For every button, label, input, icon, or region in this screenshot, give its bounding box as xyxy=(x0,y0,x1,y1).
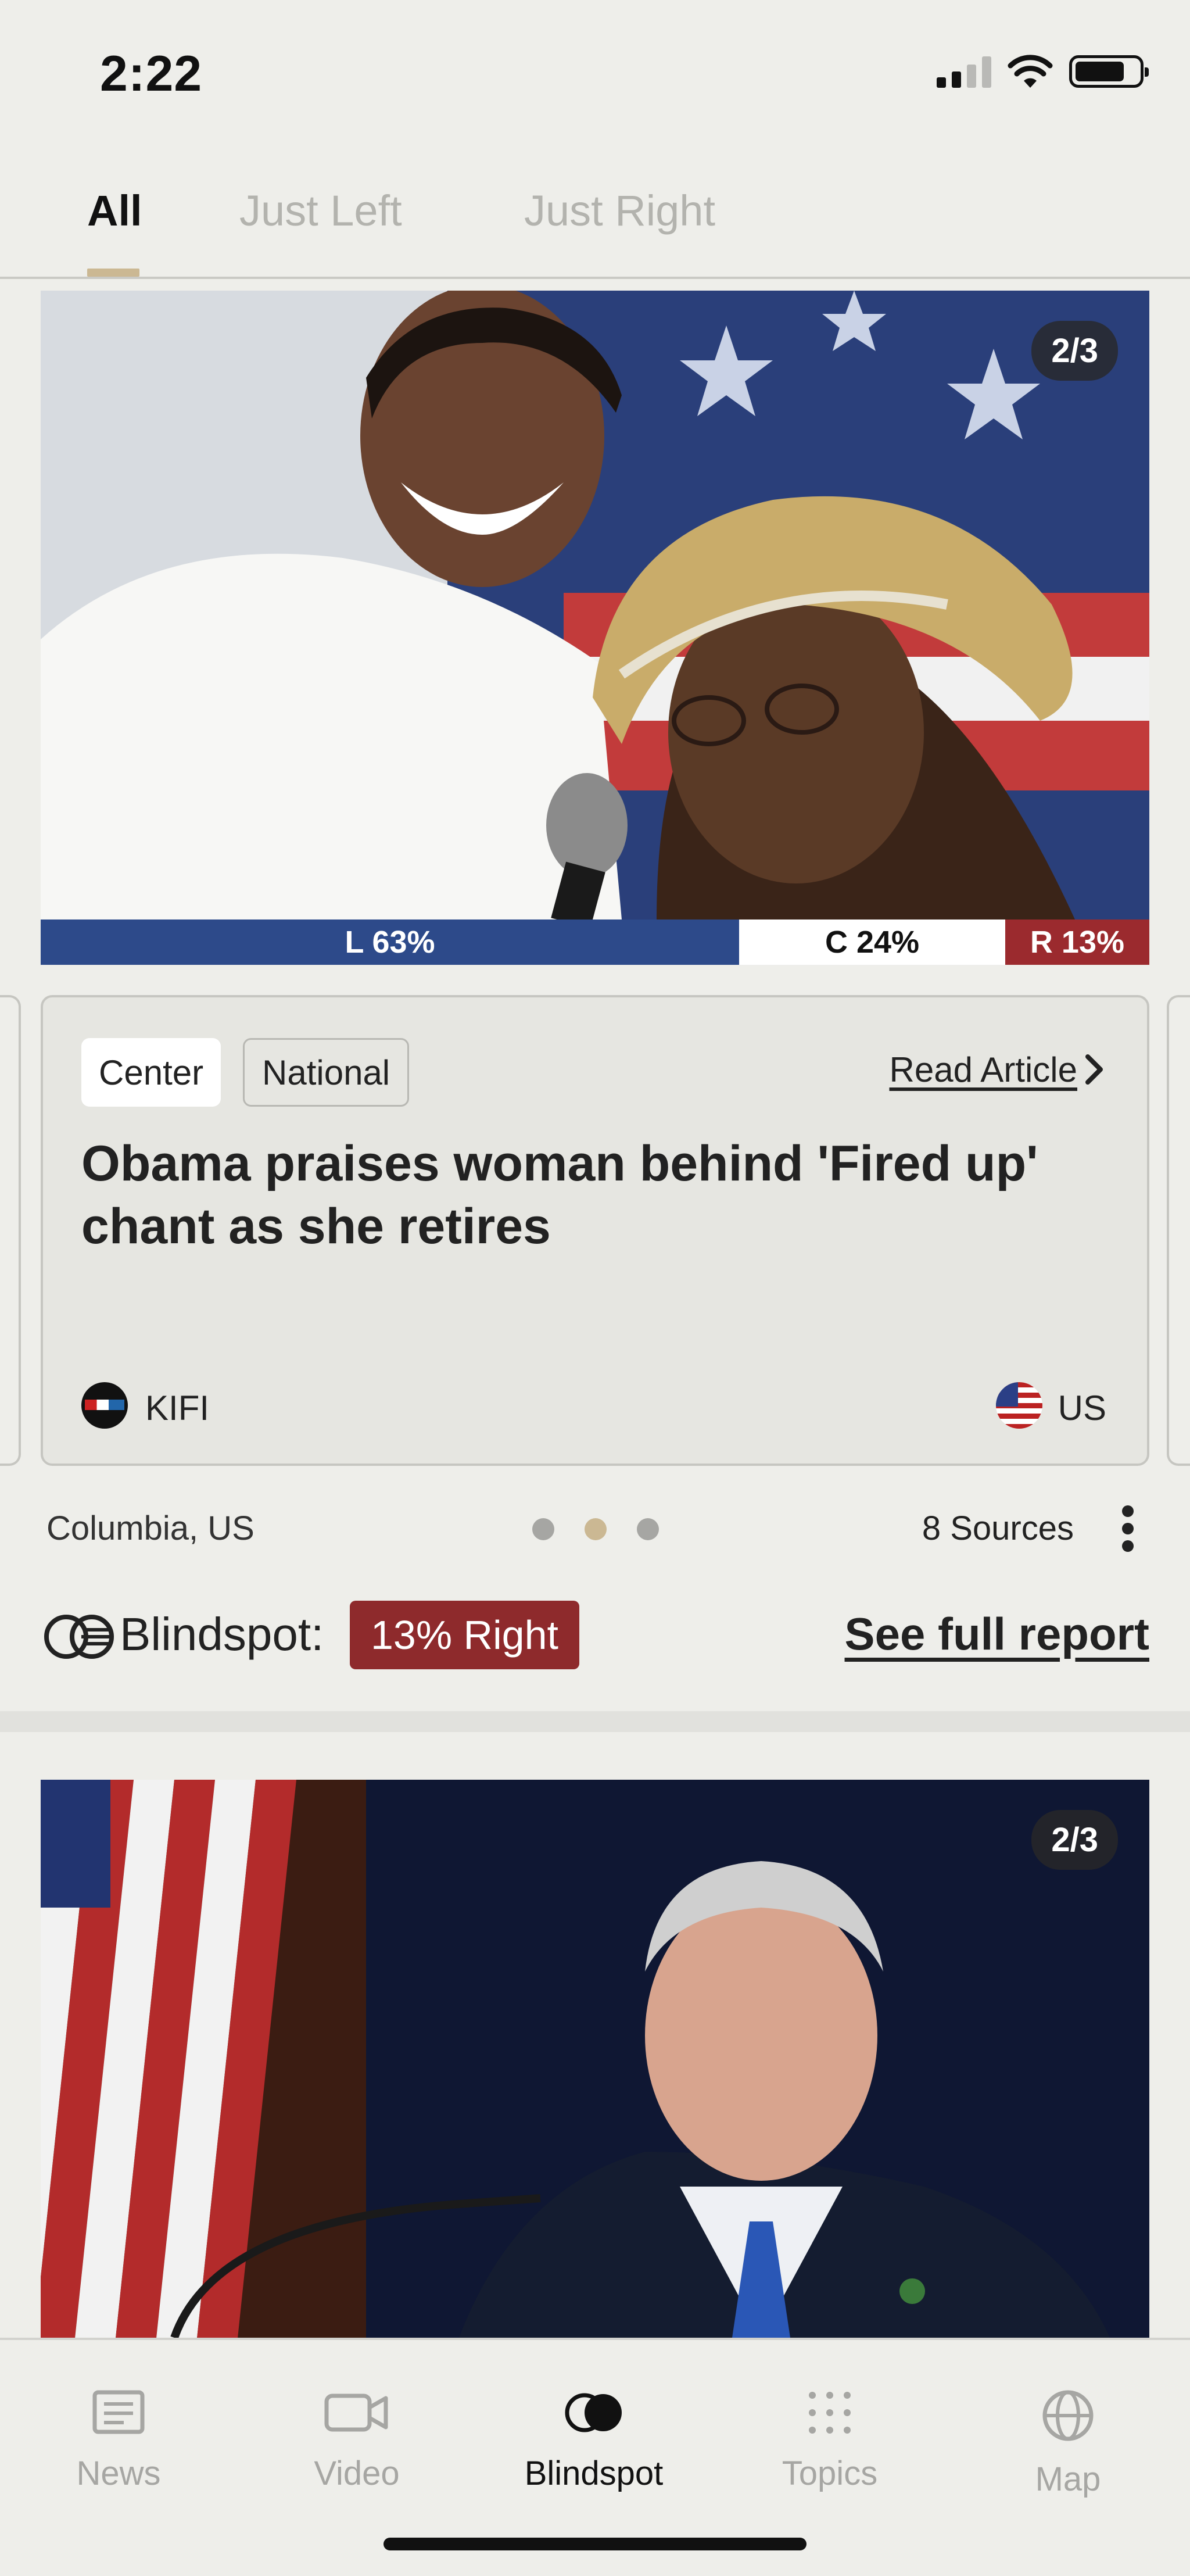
bias-center-segment: C 24% xyxy=(739,920,1005,965)
battery-icon xyxy=(1069,55,1149,88)
feed-tabs: All Just Left Just Right xyxy=(0,174,1190,279)
pagination-dots xyxy=(532,1518,659,1540)
nav-topics-label: Topics xyxy=(782,2455,878,2492)
nav-video[interactable]: Video xyxy=(270,2387,444,2493)
wifi-icon xyxy=(1008,55,1053,88)
story-divider xyxy=(0,1711,1190,1732)
nav-blindspot-label: Blindspot xyxy=(524,2455,664,2492)
slide-counter: 2/3 xyxy=(1031,321,1118,381)
nav-blindspot[interactable]: Blindspot xyxy=(507,2387,681,2493)
tab-all[interactable]: All xyxy=(87,186,142,235)
bias-left-segment: L 63% xyxy=(41,920,740,965)
topics-icon xyxy=(809,2392,851,2434)
story-photo xyxy=(41,291,1149,920)
source-name[interactable]: KIFI xyxy=(145,1388,209,1428)
bias-distribution-bar: L 63% C 24% R 13% xyxy=(41,920,1149,965)
read-article-link[interactable]: Read Article xyxy=(890,1050,1078,1090)
pagination-dot[interactable] xyxy=(532,1518,554,1540)
status-icons xyxy=(937,51,1149,92)
story-image[interactable]: 2/3 xyxy=(41,291,1149,920)
previous-card-peek[interactable] xyxy=(0,995,21,1466)
nav-news[interactable]: News xyxy=(31,2387,206,2493)
news-icon xyxy=(92,2390,145,2434)
nav-video-label: Video xyxy=(314,2455,400,2492)
nav-news-label: News xyxy=(76,2455,161,2492)
blindspot-icon xyxy=(565,2393,622,2432)
tab-just-right[interactable]: Just Right xyxy=(524,186,715,235)
story-headline[interactable]: Obama praises woman behind 'Fired up' ch… xyxy=(81,1132,1127,1258)
status-time: 2:22 xyxy=(100,46,203,102)
source-logo-icon xyxy=(81,1382,128,1429)
pagination-dot[interactable] xyxy=(637,1518,659,1540)
see-full-report-link[interactable]: See full report xyxy=(845,1608,1149,1661)
slide-counter: 2/3 xyxy=(1031,1810,1118,1870)
tab-just-left[interactable]: Just Left xyxy=(239,186,402,235)
video-icon xyxy=(324,2393,388,2432)
chevron-right-icon[interactable] xyxy=(1083,1052,1106,1087)
story-card[interactable]: Center National Read Article Obama prais… xyxy=(41,995,1149,1466)
nav-map[interactable]: Map xyxy=(981,2387,1155,2499)
blindspot-badge: 13% Right xyxy=(350,1601,579,1669)
home-indicator xyxy=(383,2538,807,2550)
sources-count[interactable]: 8 Sources xyxy=(922,1509,1074,1548)
cellular-signal-icon xyxy=(937,55,991,88)
pagination-dot-active[interactable] xyxy=(585,1518,607,1540)
blindspot-label: Blindspot: xyxy=(120,1608,324,1660)
more-options-icon[interactable] xyxy=(1121,1505,1134,1552)
bias-right-segment: R 13% xyxy=(1005,920,1149,965)
nav-map-label: Map xyxy=(1035,2460,1101,2498)
blindspot-icon xyxy=(44,1615,114,1659)
nav-topics[interactable]: Topics xyxy=(743,2387,917,2493)
tag-center[interactable]: Center xyxy=(81,1038,221,1107)
map-icon xyxy=(1042,2390,1094,2441)
next-card-peek[interactable] xyxy=(1167,995,1190,1466)
story-image[interactable]: 2/3 xyxy=(41,1780,1149,2338)
country-label: US xyxy=(1058,1389,1106,1427)
active-tab-indicator xyxy=(87,269,139,277)
story-location: Columbia, US xyxy=(46,1509,255,1547)
us-flag-icon xyxy=(996,1382,1042,1429)
tag-national[interactable]: National xyxy=(243,1038,410,1107)
story-photo xyxy=(41,1780,1149,2338)
